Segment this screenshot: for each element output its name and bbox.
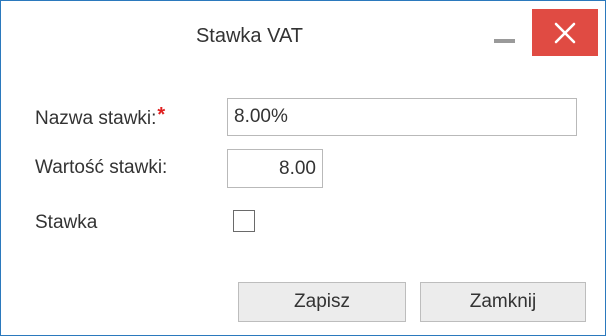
rate-value-label: Wartość stawki: [35,157,168,178]
rate-name-label-row: Nazwa stawki:* [35,104,166,130]
dialog-window: Stawka VAT Nazwa stawki:* Wartość stawki… [0,0,606,336]
close-dialog-button[interactable]: Zamknij [420,282,586,322]
close-button[interactable] [532,9,598,56]
minimize-button[interactable] [485,15,523,53]
rate-checkbox[interactable] [233,210,255,232]
save-button[interactable]: Zapisz [238,282,406,322]
dialog-titlebar: Stawka VAT [1,1,605,73]
close-icon [554,22,576,44]
rate-name-label: Nazwa stawki: [35,108,157,129]
required-asterisk-icon: * [157,104,166,126]
rate-value-input[interactable] [227,149,323,188]
rate-name-input[interactable] [227,98,577,136]
rate-checkbox-label: Stawka [35,212,98,233]
minimize-icon [494,39,515,43]
dialog-title: Stawka VAT [195,25,304,47]
